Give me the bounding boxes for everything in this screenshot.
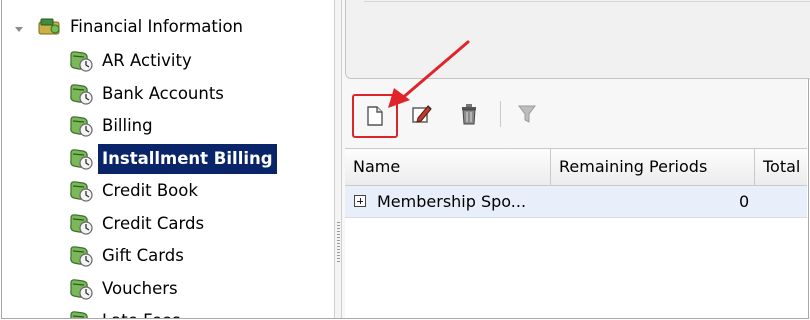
- annotation-arrow-icon: [388, 40, 470, 108]
- money-bag-icon: [70, 278, 93, 300]
- tree-item-label: Installment Billing: [98, 143, 277, 174]
- tree-item-ar-activity[interactable]: AR Activity: [68, 46, 192, 76]
- tree-item-vouchers[interactable]: Vouchers: [68, 274, 178, 304]
- tree-item-label: AR Activity: [102, 51, 192, 70]
- navigation-tree: Financial Information AR Activity Bank Ac…: [2, 0, 334, 318]
- tree-item-bank-accounts[interactable]: Bank Accounts: [68, 79, 224, 109]
- tree-root-label: Financial Information: [70, 17, 244, 36]
- filter-button[interactable]: [510, 97, 544, 131]
- money-bag-icon: [70, 116, 93, 137]
- money-bag-icon: [70, 181, 93, 202]
- column-header-total[interactable]: Total: [755, 149, 810, 185]
- tree-item-label: Gift Cards: [102, 246, 184, 265]
- expand-row-icon[interactable]: [354, 195, 366, 207]
- money-bag-icon: [70, 246, 93, 267]
- tree-item-label: Credit Cards: [102, 213, 205, 233]
- financial-folder-icon: [38, 18, 60, 35]
- tree-item-credit-book[interactable]: Credit Book: [68, 176, 198, 206]
- tree-item-late-fees[interactable]: Late Fees: [68, 306, 181, 318]
- pane-splitter[interactable]: [334, 0, 342, 318]
- tree-item-label: Vouchers: [102, 278, 178, 298]
- column-header-remaining-periods[interactable]: Remaining Periods: [551, 149, 755, 185]
- tree-root-financial-information[interactable]: Financial Information: [70, 12, 243, 42]
- splitter-grip[interactable]: [337, 222, 340, 262]
- tree-item-credit-cards[interactable]: Credit Cards: [68, 209, 204, 239]
- installment-grid: Name Remaining Periods Total Membership …: [345, 148, 807, 318]
- grid-header: Name Remaining Periods Total: [345, 148, 807, 186]
- money-bag-icon: [70, 51, 93, 72]
- tree-item-label: Late Fees: [102, 306, 181, 318]
- tree-item-label: Credit Book: [102, 181, 198, 200]
- filter-icon: [518, 105, 536, 123]
- tree-item-installment-billing[interactable]: Installment Billing: [68, 143, 277, 174]
- money-bag-icon: [70, 148, 93, 170]
- money-bag-icon: [70, 83, 93, 105]
- tree-item-gift-cards[interactable]: Gift Cards: [68, 241, 184, 271]
- money-bag-icon: [70, 213, 93, 235]
- row-remaining-periods-cell: 0: [739, 192, 750, 211]
- tree-item-label: Billing: [102, 116, 153, 135]
- row-name-cell: Membership Spo...: [377, 192, 527, 211]
- column-header-name[interactable]: Name: [345, 149, 551, 185]
- table-row[interactable]: Membership Spo... 0: [345, 186, 807, 218]
- tree-item-label: Bank Accounts: [102, 83, 224, 103]
- money-bag-icon: [70, 311, 88, 318]
- top-panel-divider: [364, 1, 810, 2]
- toolbar-separator: [500, 101, 501, 127]
- collapse-arrow-icon[interactable]: [14, 24, 24, 34]
- tree-item-billing[interactable]: Billing: [68, 111, 153, 141]
